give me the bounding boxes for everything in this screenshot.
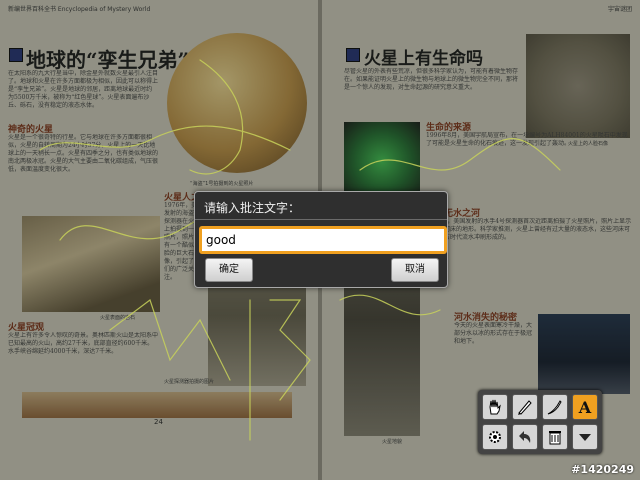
scribble-stroke [39, 125, 291, 151]
scribble-stroke [109, 299, 231, 381]
dialog-divider [195, 219, 447, 220]
collapse-icon[interactable] [572, 424, 598, 450]
pen-icon[interactable] [512, 394, 538, 420]
hand-icon[interactable] [482, 394, 508, 420]
scribble-stroke [189, 59, 244, 175]
annotation-toolbar: A [478, 390, 602, 454]
settings-icon[interactable] [482, 424, 508, 450]
dialog-title: 请输入批注文字： [204, 201, 301, 215]
scribble-stroke [339, 294, 441, 316]
text-icon[interactable]: A [572, 394, 598, 420]
scribble-stroke [359, 138, 561, 171]
image-id-watermark: #1420249 [571, 463, 634, 476]
trash-icon[interactable] [542, 424, 568, 450]
annotation-dialog: 请输入批注文字： good 确定 取消 [194, 191, 448, 288]
undo-icon[interactable] [512, 424, 538, 450]
cancel-button[interactable]: 取消 [391, 258, 439, 282]
annotation-text-input[interactable]: good [199, 226, 447, 254]
brush-icon[interactable] [542, 394, 568, 420]
scribble-stroke [249, 299, 311, 441]
confirm-button[interactable]: 确定 [205, 258, 253, 282]
